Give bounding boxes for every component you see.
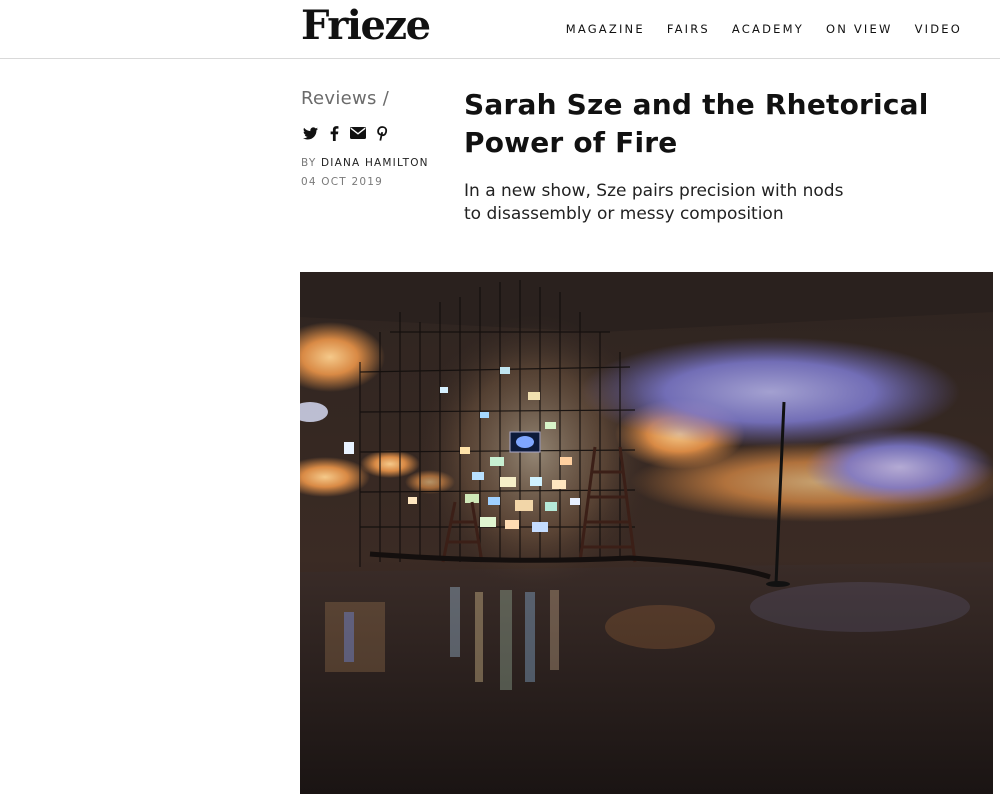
email-icon[interactable] (350, 125, 366, 141)
publish-date: 04 OCT 2019 (301, 176, 383, 188)
nav-on-view[interactable]: ON VIEW (826, 22, 893, 36)
author-link[interactable]: DIANA HAMILTON (321, 157, 429, 169)
main-nav: MAGAZINE FAIRS ACADEMY ON VIEW VIDEO (566, 22, 962, 36)
article-standfirst: In a new show, Sze pairs precision with … (464, 181, 844, 224)
byline-prefix: BY (301, 157, 317, 169)
nav-academy[interactable]: ACADEMY (732, 22, 804, 36)
twitter-icon[interactable] (302, 125, 318, 141)
nav-magazine[interactable]: MAGAZINE (566, 22, 645, 36)
pinterest-icon[interactable] (374, 125, 390, 141)
nav-video[interactable]: VIDEO (915, 22, 962, 36)
byline: BY DIANA HAMILTON (301, 157, 429, 169)
installation-photo-illustration (300, 272, 993, 794)
share-icons (302, 125, 390, 141)
category-link[interactable]: Reviews / (301, 88, 389, 109)
frieze-logo[interactable]: Frieze (301, 2, 431, 50)
article-title: Sarah Sze and the Rhetorical Power of Fi… (464, 88, 929, 159)
facebook-icon[interactable] (326, 125, 342, 141)
nav-fairs[interactable]: FAIRS (667, 22, 710, 36)
site-header: Frieze MAGAZINE FAIRS ACADEMY ON VIEW VI… (0, 0, 1000, 59)
hero-image[interactable] (300, 272, 993, 794)
